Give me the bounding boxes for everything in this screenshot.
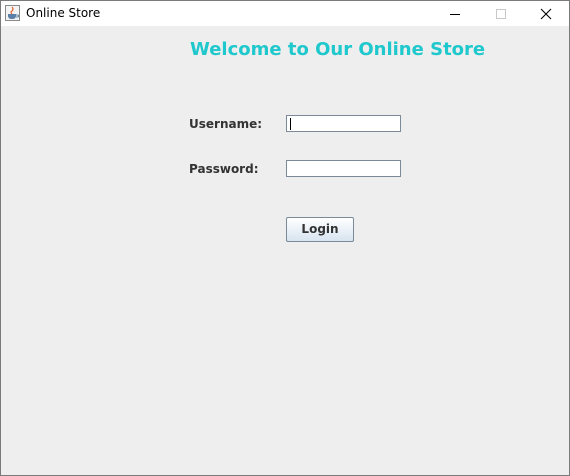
text-caret (290, 118, 291, 130)
app-window: Online Store Welcome to Our Online Store… (0, 0, 570, 476)
welcome-heading: Welcome to Our Online Store (190, 39, 486, 60)
window-title: Online Store (26, 6, 101, 20)
maximize-button[interactable] (478, 1, 524, 26)
minimize-icon (450, 14, 460, 15)
login-panel: Welcome to Our Online Store Username: Pa… (1, 26, 569, 475)
java-cup-icon (5, 5, 20, 21)
close-icon (540, 8, 552, 20)
username-field[interactable] (286, 115, 401, 132)
password-label: Password: (189, 162, 259, 176)
password-field[interactable] (286, 160, 401, 177)
login-button[interactable]: Login (286, 217, 354, 242)
maximize-icon (496, 9, 506, 19)
title-bar[interactable]: Online Store (1, 1, 569, 26)
close-button[interactable] (523, 1, 569, 26)
minimize-button[interactable] (432, 1, 478, 26)
username-label: Username: (189, 117, 263, 131)
